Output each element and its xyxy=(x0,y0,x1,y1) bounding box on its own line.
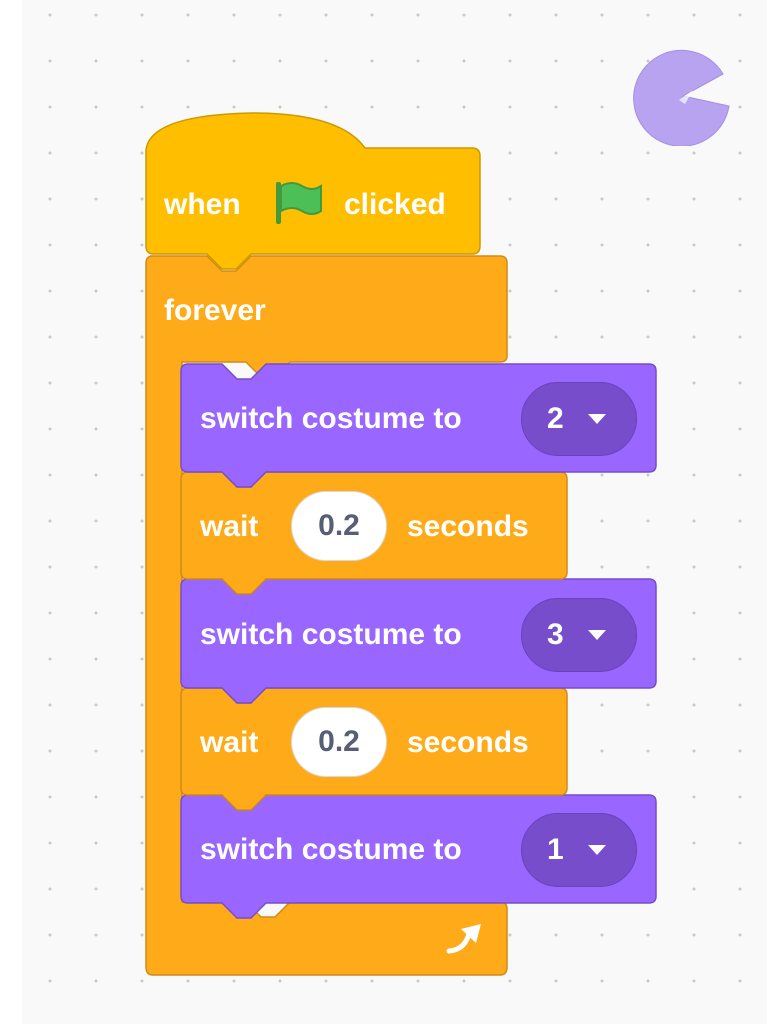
chevron-down-icon xyxy=(588,414,606,424)
wait-label: wait xyxy=(200,726,259,759)
costume-dropdown[interactable]: 3 xyxy=(521,598,637,672)
switch-costume-label: switch costume to xyxy=(200,402,462,435)
when-label: when xyxy=(164,188,241,221)
switch-costume-label: switch costume to xyxy=(200,618,462,651)
chevron-down-icon xyxy=(588,630,606,640)
costume-dropdown[interactable]: 1 xyxy=(521,813,637,887)
clicked-label: clicked xyxy=(344,188,446,221)
costume-dropdown-value: 1 xyxy=(547,833,564,866)
costume-dropdown[interactable]: 2 xyxy=(521,382,637,456)
script-block-shapes xyxy=(145,112,657,976)
seconds-label: seconds xyxy=(407,510,529,543)
wait-label: wait xyxy=(200,510,259,543)
wait-seconds-input[interactable]: 0.2 xyxy=(291,491,387,561)
forever-label: forever xyxy=(164,294,266,327)
costume-dropdown-value: 2 xyxy=(547,402,564,435)
switch-costume-label: switch costume to xyxy=(200,833,462,866)
wait-seconds-input[interactable]: 0.2 xyxy=(291,707,387,777)
chevron-down-icon xyxy=(588,845,606,855)
seconds-label: seconds xyxy=(407,726,529,759)
costume-dropdown-value: 3 xyxy=(547,618,564,651)
